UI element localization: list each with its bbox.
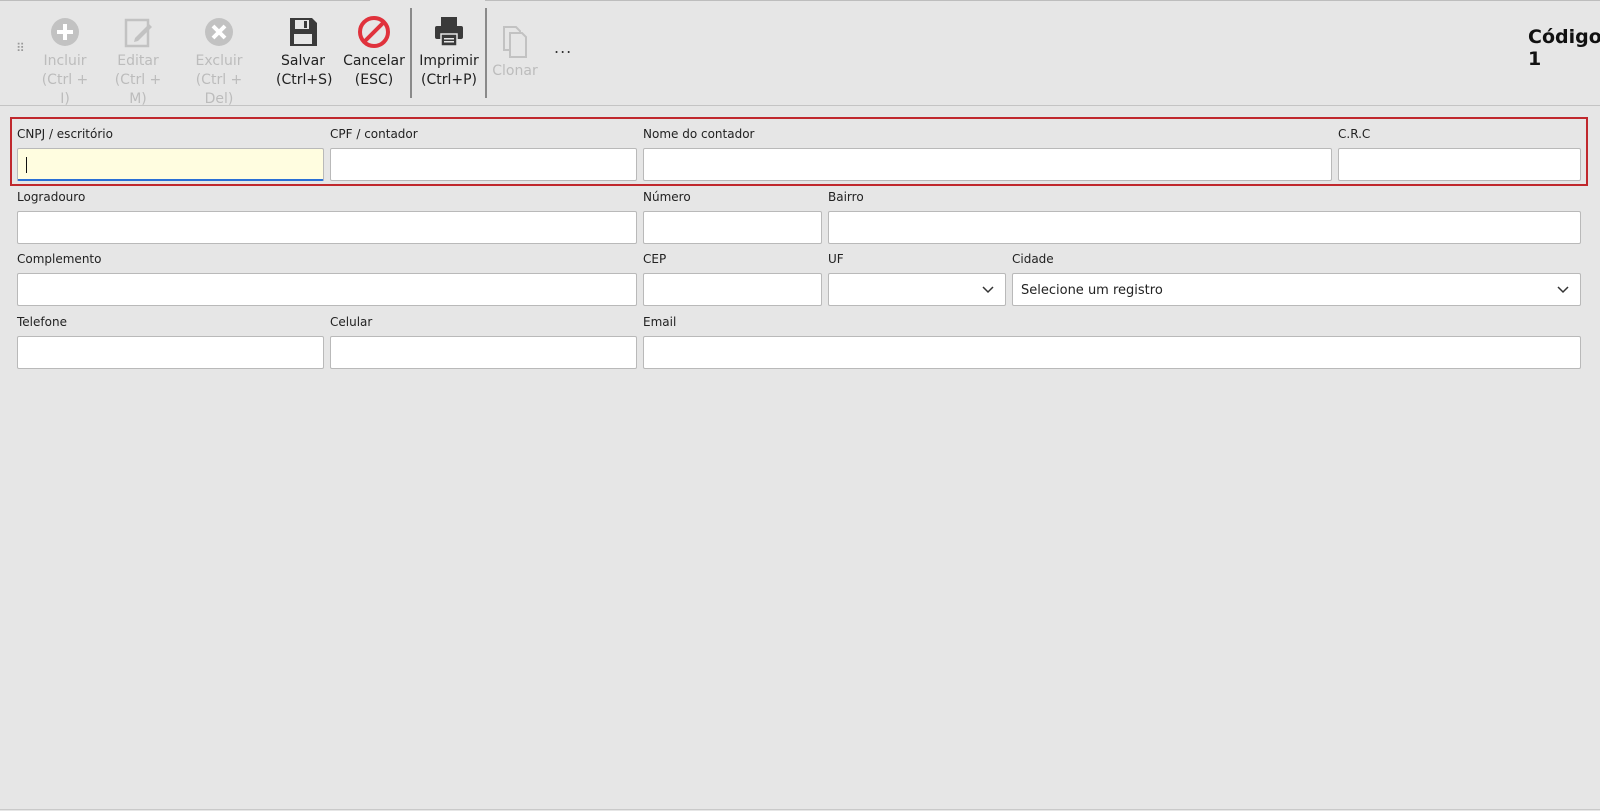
imprimir-button[interactable]: Imprimir (Ctrl+P) [418, 14, 480, 90]
cpf-input[interactable] [330, 148, 637, 181]
cep-label: CEP [643, 252, 667, 266]
cidade-label: Cidade [1012, 252, 1054, 266]
uf-label: UF [828, 252, 844, 266]
crc-label: C.R.C [1338, 127, 1371, 141]
toolbar: ⠿ Incluir (Ctrl + I) Editar (Ctrl + M) E… [0, 0, 1600, 109]
numero-input[interactable] [643, 211, 822, 244]
more-options-button[interactable]: ... [554, 38, 572, 57]
cep-input[interactable] [643, 273, 822, 306]
salvar-button[interactable]: Salvar (Ctrl+S) [276, 14, 333, 90]
uf-select[interactable] [828, 273, 1006, 306]
logradouro-input[interactable] [17, 211, 637, 244]
cnpj-label: CNPJ / escritório [17, 127, 113, 141]
celular-label: Celular [330, 315, 373, 329]
imprimir-shortcut: (Ctrl+P) [420, 72, 477, 88]
cidade-select[interactable]: Selecione um registro [1012, 273, 1581, 306]
complemento-input[interactable] [17, 273, 637, 306]
drag-handle-icon[interactable]: ⠿ [16, 42, 26, 60]
crc-input[interactable] [1338, 148, 1581, 181]
cancelar-button[interactable]: Cancelar (ESC) [343, 14, 405, 90]
editar-button[interactable]: Editar (Ctrl + M) [106, 14, 170, 109]
chevron-down-icon [982, 286, 994, 294]
celular-input[interactable] [330, 336, 637, 369]
chevron-down-icon [1557, 286, 1569, 294]
incluir-button[interactable]: Incluir (Ctrl + I) [36, 14, 94, 109]
bairro-label: Bairro [828, 190, 864, 204]
salvar-shortcut: (Ctrl+S) [276, 72, 333, 88]
email-label: Email [643, 315, 677, 329]
plus-circle-icon [51, 18, 79, 46]
numero-label: Número [643, 190, 691, 204]
salvar-label: Salvar [281, 53, 325, 69]
incluir-shortcut: (Ctrl + I) [41, 72, 89, 107]
logradouro-label: Logradouro [17, 190, 86, 204]
excluir-label: Excluir [195, 53, 243, 69]
bottom-divider [0, 809, 1600, 810]
text-caret [26, 157, 27, 173]
x-circle-icon [205, 18, 233, 46]
incluir-label: Incluir [43, 53, 87, 69]
cnpj-input[interactable] [17, 148, 324, 181]
clonar-button[interactable]: Clonar [490, 24, 540, 81]
printer-icon [435, 17, 463, 47]
nome-contador-input[interactable] [643, 148, 1332, 181]
editar-shortcut: (Ctrl + M) [114, 72, 162, 107]
complemento-label: Complemento [17, 252, 102, 266]
codigo-label: Código [1528, 26, 1600, 48]
floppy-disk-icon [290, 18, 317, 46]
codigo-display: Código 1 [1528, 26, 1600, 70]
telefone-input[interactable] [17, 336, 324, 369]
toolbar-separator [485, 8, 487, 98]
email-input[interactable] [643, 336, 1581, 369]
codigo-value: 1 [1528, 48, 1542, 70]
cpf-label: CPF / contador [330, 127, 418, 141]
no-entry-icon [358, 16, 390, 48]
imprimir-label: Imprimir [419, 53, 479, 69]
cancelar-label: Cancelar [343, 53, 405, 69]
copy-icon [503, 26, 527, 58]
excluir-shortcut: (Ctrl + Del) [195, 72, 243, 107]
edit-icon [124, 18, 152, 48]
telefone-label: Telefone [17, 315, 67, 329]
cancelar-shortcut: (ESC) [354, 72, 394, 88]
toolbar-separator [410, 8, 412, 98]
cidade-value: Selecione um registro [1021, 283, 1163, 298]
clonar-label: Clonar [492, 63, 538, 79]
editar-label: Editar [117, 53, 159, 69]
excluir-button[interactable]: Excluir (Ctrl + Del) [182, 14, 256, 109]
nome-contador-label: Nome do contador [643, 127, 755, 141]
bairro-input[interactable] [828, 211, 1581, 244]
